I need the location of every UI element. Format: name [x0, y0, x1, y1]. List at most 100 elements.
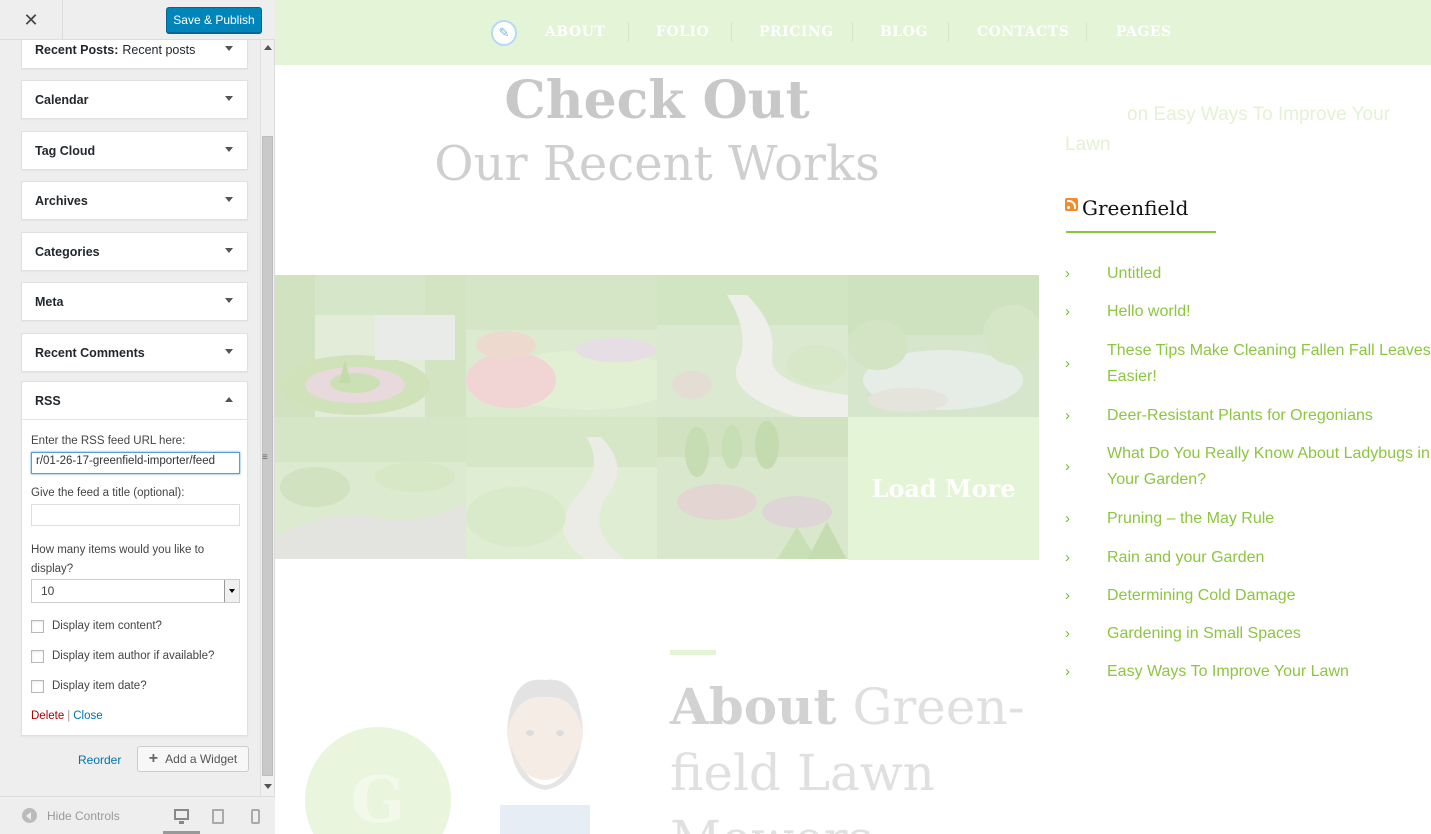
chevron-right-icon: › [1065, 510, 1070, 527]
recent-comment-text: on Easy Ways To Improve Your Lawn [1065, 100, 1425, 160]
rss-feed-title-input[interactable] [31, 504, 240, 526]
rss-actions: Delete | Close [31, 710, 238, 722]
rss-item-title[interactable]: These Tips Make Cleaning Fallen Fall Lea… [1107, 342, 1431, 385]
desktop-preview-icon[interactable] [174, 809, 189, 824]
nav-divider [852, 22, 853, 42]
load-more-button[interactable]: Load More [848, 417, 1039, 560]
widget-archives[interactable]: Archives [21, 181, 248, 220]
rss-list-item[interactable]: › Easy Ways To Improve Your Lawn [1065, 659, 1349, 685]
portfolio-image[interactable] [657, 417, 848, 559]
rss-option-author: Display item author if available? [31, 647, 238, 665]
resize-handle-icon[interactable]: ≡ [262, 452, 268, 463]
rss-list-item[interactable]: › Rain and your Garden [1065, 545, 1264, 571]
chevron-right-icon: › [1065, 458, 1070, 475]
rss-feed-title-label: Give the feed a title (optional): [31, 487, 185, 499]
expand-arrow-icon[interactable] [225, 46, 233, 51]
portfolio-image[interactable] [466, 275, 657, 417]
reorder-link[interactable]: Reorder [78, 753, 121, 767]
nav-blog[interactable]: BLOG [880, 24, 928, 40]
rss-item-title[interactable]: Hello world! [1107, 303, 1191, 320]
separator: | [67, 710, 71, 722]
widget-title: Categories [35, 244, 100, 259]
show-content-checkbox[interactable] [31, 619, 44, 633]
scroll-down-icon[interactable] [264, 784, 272, 789]
show-author-checkbox[interactable] [31, 649, 44, 663]
portfolio-image[interactable] [275, 417, 466, 559]
rss-form: Enter the RSS feed URL here: r/01-26-17-… [22, 419, 247, 722]
expand-arrow-icon[interactable] [225, 248, 233, 253]
chevron-right-icon: › [1065, 663, 1070, 680]
portfolio-image[interactable] [848, 275, 1039, 417]
nav-contacts[interactable]: CONTACTS [977, 24, 1069, 40]
nav-divider [731, 22, 732, 42]
portfolio-image[interactable] [275, 275, 466, 417]
about-heading-bold: About [670, 677, 837, 736]
expand-arrow-icon[interactable] [225, 349, 233, 354]
rss-url-input[interactable]: r/01-26-17-greenfield-importer/feed [31, 452, 240, 474]
rss-list-item[interactable]: › Hello world! [1065, 299, 1191, 325]
save-publish-button[interactable]: Save & Publish [166, 7, 262, 33]
portfolio-image[interactable] [657, 275, 848, 417]
rss-item-title[interactable]: Gardening in Small Spaces [1107, 625, 1301, 642]
widget-calendar[interactable]: Calendar [21, 80, 248, 119]
hide-controls-label: Hide Controls [47, 808, 120, 823]
rss-item-title[interactable]: Pruning – the May Rule [1107, 510, 1274, 527]
nav-folio[interactable]: FOLIO [656, 24, 709, 40]
mobile-preview-icon[interactable] [251, 809, 260, 824]
rss-feed-icon[interactable] [1065, 198, 1078, 211]
close-icon[interactable]: ✕ [0, 0, 63, 40]
rss-item-title[interactable]: What Do You Really Know About Ladybugs i… [1107, 445, 1430, 488]
widget-subtitle: Recent posts [122, 42, 196, 57]
recent-comment-link[interactable]: on Easy Ways To Improve Your Lawn [1065, 104, 1390, 155]
rss-count-label: How many items would you like to display… [31, 544, 205, 575]
widget-title: Tag Cloud [35, 143, 96, 158]
rss-list-item[interactable]: › These Tips Make Cleaning Fallen Fall Le… [1065, 338, 1431, 390]
widget-recent-posts[interactable]: Recent Posts: Recent posts [21, 40, 248, 69]
widget-rss-header[interactable]: RSS [22, 382, 247, 419]
rss-list-item[interactable]: › Deer-Resistant Plants for Oregonians [1065, 403, 1373, 429]
mascot-illustration-icon [480, 675, 620, 834]
nav-about[interactable]: ABOUT [545, 24, 605, 40]
portfolio-image[interactable] [466, 417, 657, 559]
show-date-checkbox[interactable] [31, 679, 44, 693]
tablet-preview-icon[interactable] [212, 809, 224, 824]
collapse-arrow-icon[interactable] [225, 397, 233, 402]
expand-arrow-icon[interactable] [225, 298, 233, 303]
add-widget-button[interactable]: + Add a Widget [137, 746, 249, 772]
rss-count-select[interactable]: 10 [31, 579, 240, 603]
rss-item-title[interactable]: Untitled [1107, 265, 1161, 282]
rss-list-item[interactable]: › Gardening in Small Spaces [1065, 621, 1301, 647]
widget-rss: RSS Enter the RSS feed URL here: r/01-26… [21, 381, 248, 736]
widget-tag-cloud[interactable]: Tag Cloud [21, 131, 248, 170]
expand-arrow-icon[interactable] [225, 197, 233, 202]
chevron-right-icon: › [1065, 303, 1070, 320]
scroll-up-icon[interactable] [264, 45, 272, 50]
rss-item-title[interactable]: Easy Ways To Improve Your Lawn [1107, 663, 1349, 680]
nav-pages[interactable]: PAGES [1116, 24, 1172, 40]
widget-recent-comments[interactable]: Recent Comments [21, 333, 248, 372]
widget-categories[interactable]: Categories [21, 232, 248, 271]
rss-list-item[interactable]: › Pruning – the May Rule [1065, 506, 1274, 532]
rss-url-label: Enter the RSS feed URL here: [31, 435, 186, 447]
close-link[interactable]: Close [73, 710, 102, 722]
nav-pricing[interactable]: PRICING [759, 24, 834, 40]
about-heading: About Green-field Lawn Mowers [670, 674, 1030, 834]
dropdown-arrow-icon[interactable] [224, 580, 239, 602]
rss-list-item[interactable]: › Untitled [1065, 261, 1161, 287]
expand-arrow-icon[interactable] [225, 96, 233, 101]
rss-widget-title[interactable]: Greenfield [1082, 196, 1188, 220]
widget-title: Recent Posts: [35, 42, 119, 57]
add-widget-label: Add a Widget [165, 752, 238, 766]
delete-link[interactable]: Delete [31, 710, 64, 722]
rss-list-item[interactable]: › Determining Cold Damage [1065, 583, 1296, 609]
widget-title: Meta [35, 294, 64, 309]
sidebar-scrollbar[interactable] [260, 40, 274, 796]
widget-meta[interactable]: Meta [21, 282, 248, 321]
hide-controls-button[interactable]: Hide Controls [22, 808, 120, 823]
rss-item-title[interactable]: Rain and your Garden [1107, 549, 1264, 566]
rss-item-title[interactable]: Determining Cold Damage [1107, 587, 1296, 604]
expand-arrow-icon[interactable] [225, 147, 233, 152]
edit-pencil-icon[interactable]: ✎ [491, 20, 517, 46]
rss-list-item[interactable]: › What Do You Really Know About Ladybugs … [1065, 441, 1431, 493]
rss-item-title[interactable]: Deer-Resistant Plants for Oregonians [1107, 407, 1373, 424]
